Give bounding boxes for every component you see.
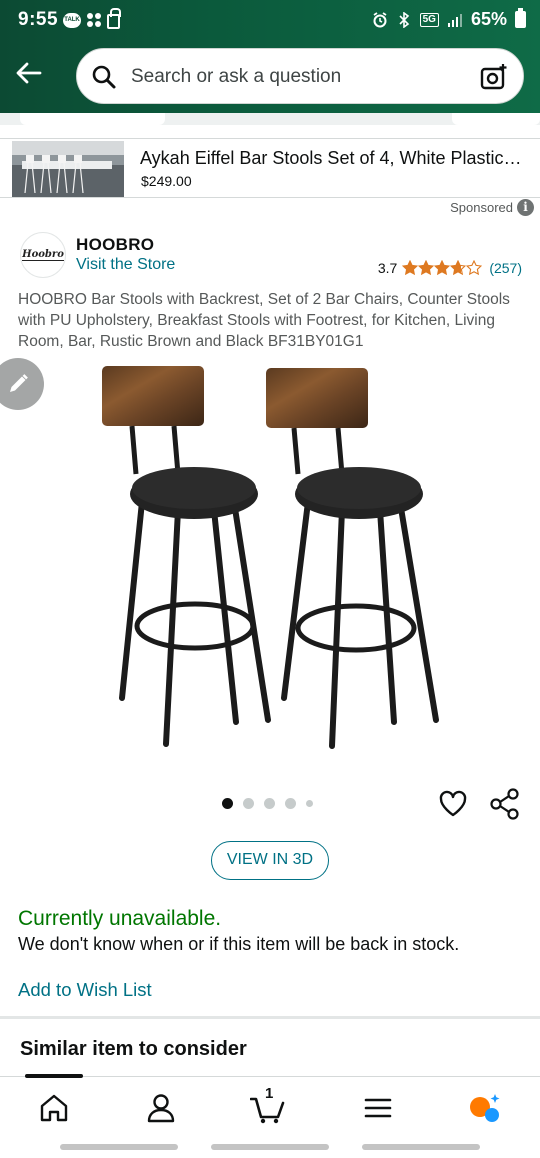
add-to-wish-list-link[interactable]: Add to Wish List	[18, 979, 152, 1001]
network-label: 5G	[419, 12, 439, 27]
lock-icon	[107, 8, 121, 29]
pencil-icon	[10, 374, 28, 392]
rating-value: 3.7	[377, 260, 398, 276]
ad-thumbnail-image	[12, 141, 124, 197]
star-icon	[466, 260, 483, 276]
account-icon[interactable]	[144, 1091, 178, 1125]
carousel-dot[interactable]	[264, 798, 275, 809]
star-icon	[450, 260, 467, 276]
share-icon[interactable]	[490, 788, 520, 820]
talk-icon: TALK	[63, 12, 81, 28]
gesture-bar-center	[211, 1144, 329, 1150]
ad-price: $249.00	[141, 173, 192, 189]
brand-logo-text: Hoobro	[22, 249, 64, 261]
stool-right	[266, 368, 439, 749]
status-right-icons: 5G 65%	[372, 8, 526, 30]
carousel-dot[interactable]	[285, 798, 296, 809]
ad-title[interactable]: Aykah Eiffel Bar Stools Set of 4, White …	[140, 148, 530, 169]
gesture-bar-right	[362, 1144, 480, 1150]
battery-percent: 65%	[470, 9, 507, 29]
cart-button[interactable]: 1	[249, 1085, 285, 1125]
status-left-icons: TALK	[63, 8, 121, 29]
rating-stars	[402, 260, 483, 276]
rating-count[interactable]: (257)	[489, 260, 522, 276]
star-icon	[434, 260, 451, 276]
back-arrow-icon[interactable]	[14, 58, 44, 88]
search-placeholder: Search or ask a question	[131, 66, 342, 87]
carousel-dot[interactable]	[306, 800, 313, 807]
rufus-icon[interactable]	[468, 1091, 502, 1125]
product-title: HOOBRO Bar Stools with Backrest, Set of …	[18, 291, 510, 350]
sponsored-label[interactable]: Sponsored i	[450, 199, 534, 216]
alarm-icon	[373, 11, 387, 27]
view-in-3d-button[interactable]: VIEW IN 3D	[211, 841, 329, 880]
menu-icon[interactable]	[361, 1091, 395, 1125]
bluetooth-icon	[399, 11, 409, 28]
search-icon	[92, 65, 116, 89]
cart-count: 1	[265, 1085, 274, 1102]
search-bar[interactable]: Search or ask a question	[76, 48, 524, 104]
visit-store-link[interactable]: Visit the Store	[76, 256, 175, 274]
brand-logo[interactable]: Hoobro	[20, 232, 66, 278]
product-image[interactable]	[96, 362, 446, 752]
home-icon[interactable]	[37, 1091, 71, 1125]
edit-fab[interactable]	[0, 358, 44, 410]
info-icon[interactable]: i	[517, 199, 534, 216]
brand-name: HOOBRO	[76, 235, 155, 254]
gesture-bar-left	[60, 1144, 178, 1150]
similar-items-heading: Similar item to consider	[20, 1038, 247, 1060]
rating-summary[interactable]: 3.7 (257)	[378, 260, 522, 276]
camera-search-icon[interactable]	[479, 62, 509, 92]
signal-icon	[447, 13, 462, 27]
availability-status: Currently unavailable.	[18, 907, 222, 930]
stool-left	[102, 366, 271, 747]
image-carousel-dots[interactable]	[222, 798, 313, 809]
star-icon	[418, 260, 435, 276]
previous-content-peek	[0, 113, 540, 125]
apps-icon	[87, 13, 101, 27]
star-icon	[402, 260, 419, 276]
status-bar: 9:55 TALK 5G 65%	[0, 0, 540, 40]
sponsored-ad[interactable]: Aykah Eiffel Bar Stools Set of 4, White …	[0, 138, 540, 198]
heart-icon[interactable]	[438, 789, 468, 817]
section-divider	[0, 1016, 540, 1019]
active-tab-indicator	[25, 1074, 83, 1078]
sponsored-text: Sponsored	[450, 200, 513, 215]
status-time: 9:55	[18, 9, 59, 30]
app-header: 9:55 TALK 5G 65% Search or ask a questio…	[0, 0, 540, 113]
carousel-dot[interactable]	[222, 798, 233, 809]
battery-icon	[515, 8, 526, 28]
availability-message: We don't know when or if this item will …	[18, 934, 460, 954]
carousel-dot[interactable]	[243, 798, 254, 809]
bottom-nav: 1	[0, 1074, 540, 1138]
